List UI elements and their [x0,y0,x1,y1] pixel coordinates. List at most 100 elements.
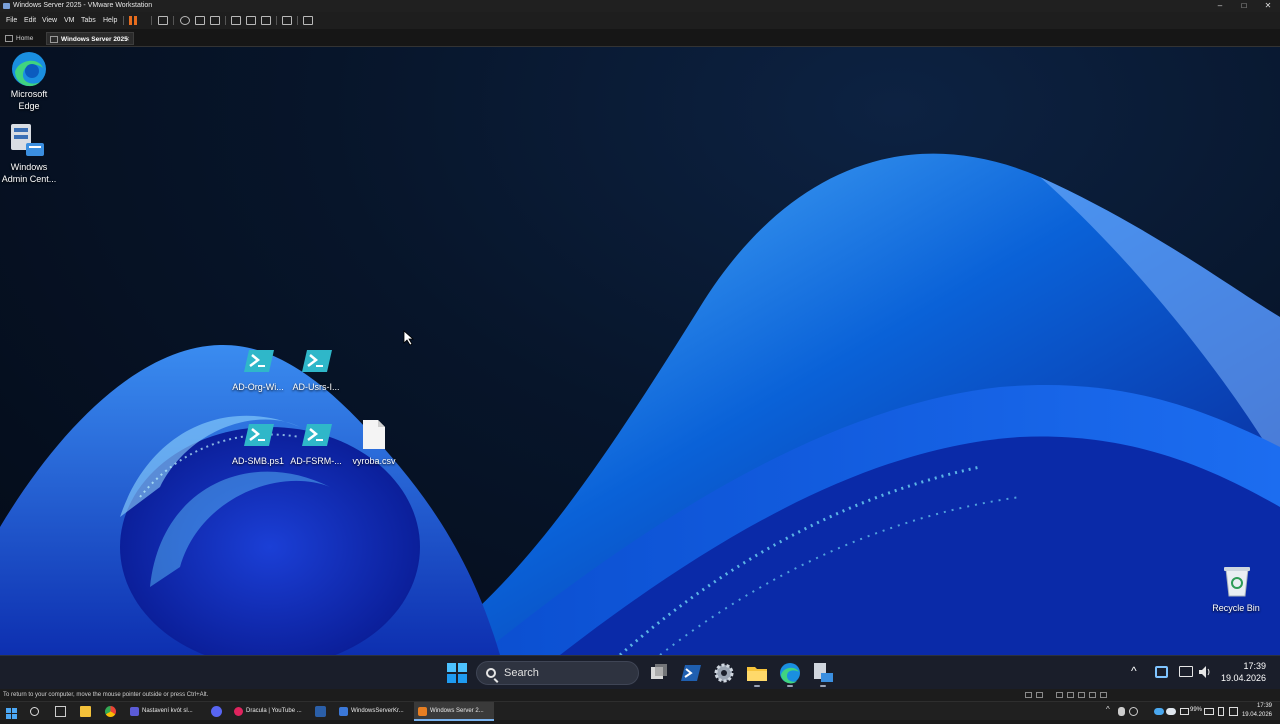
running-indicator [787,685,793,687]
opera-icon [234,707,243,716]
guest-clock-time[interactable]: 17:39 [1212,661,1266,671]
battery-percent[interactable]: 99% [1190,707,1202,713]
bluetooth-icon[interactable] [1218,707,1224,716]
tab-close-icon[interactable]: ✕ [125,33,130,46]
host-titlebar: Windows Server 2025 - VMware Workstation… [0,0,1280,12]
tab-windows-server-label: Windows Server 2025 [61,36,128,43]
powershell-script-icon[interactable] [302,348,332,374]
home-icon [5,35,13,42]
host-clock-date[interactable]: 19.04.2026 [1232,712,1272,718]
vmware-statusbar: To return to your computer, move the mou… [0,689,1280,701]
tray-overflow-chevron[interactable]: ^ [1131,664,1137,678]
snapshot-manager-icon[interactable] [210,16,220,25]
taskbar-window-nastaveni-kvot[interactable]: Nastavení kvót sl... [126,702,200,721]
battery-icon[interactable] [1204,708,1214,715]
menu-toolbar: File Edit View VM Tabs Help [0,12,1280,29]
guest-clock-date[interactable]: 19.04.2026 [1206,673,1266,683]
browser-icon [130,707,139,716]
tray-app-icon[interactable] [1129,707,1138,716]
window-title: Windows Server 2025 - VMware Workstation [13,2,153,9]
pause-icon[interactable] [129,16,137,25]
tab-home-label: Home [16,35,34,42]
microsoft-edge-icon[interactable] [10,50,48,88]
settings-gear-icon[interactable] [712,661,736,685]
wifi-icon[interactable] [1180,708,1189,715]
display-icon[interactable] [1100,692,1107,698]
onedrive-icon[interactable] [1154,708,1164,715]
vmware-tools-tray-icon[interactable] [1155,666,1168,678]
powershell-script-icon[interactable] [302,422,332,448]
steam-icon[interactable] [315,706,326,717]
host-taskbar: Nastavení kvót sl... Dracula | YouTube .… [0,701,1280,721]
mouse-pointer-icon [403,330,415,346]
guest-desktop[interactable]: Microsoft Edge Windows Admin Cent... AD-Or… [0,47,1280,655]
ad-fsrm-label: AD-FSRM-... [290,456,342,466]
menu-file[interactable]: File [6,12,17,29]
sound-card-icon[interactable] [1078,692,1085,698]
ad-usrs-label: AD-Usrs-I... [292,382,340,392]
console-view-icon[interactable] [282,16,292,25]
task-view-icon[interactable] [647,661,671,685]
ad-smb-label: AD-SMB.ps1 [231,456,284,466]
start-button[interactable] [445,661,469,685]
network-adapter-icon[interactable] [1056,692,1063,698]
menu-help[interactable]: Help [103,12,117,29]
taskbar-window-windowsserverkr[interactable]: WindowsServerKr... [335,702,411,721]
send-ctrl-alt-del-icon[interactable] [158,16,168,25]
network-icon[interactable] [1179,666,1193,677]
taskbar-window-label: WindowsServerKr... [351,708,404,714]
menu-edit[interactable]: Edit [24,12,36,29]
microphone-icon[interactable] [1118,707,1125,716]
search-icon[interactable] [30,707,39,716]
show-library-icon[interactable] [231,16,241,25]
host-clock-time[interactable]: 17:39 [1238,703,1272,709]
discord-icon[interactable] [211,706,222,717]
menu-vm[interactable]: VM [64,12,75,29]
cloud-icon[interactable] [1166,708,1176,715]
minimize-button[interactable]: – [1208,0,1232,12]
vmware-icon [3,3,10,9]
bloom-wallpaper [0,153,1280,655]
cd-dvd-icon[interactable] [1036,692,1043,698]
taskbar-search-box[interactable]: Search [476,661,639,685]
tab-windows-server-2025[interactable]: Windows Server 2025 ✕ [46,32,134,45]
windows-admin-center-icon[interactable] [10,123,46,159]
file-explorer-icon[interactable] [745,661,769,685]
windows-start-icon[interactable] [6,706,17,719]
menu-view[interactable]: View [42,12,57,29]
usb-icon[interactable] [1067,692,1074,698]
server-manager-icon[interactable] [811,661,835,685]
word-icon [339,707,348,716]
full-screen-icon[interactable] [261,16,271,25]
task-view-icon[interactable] [55,706,66,717]
file-explorer-icon[interactable] [80,706,91,717]
printer-icon[interactable] [1089,692,1096,698]
search-icon [486,668,496,678]
powershell-icon[interactable] [679,661,703,685]
chrome-icon[interactable] [105,706,116,717]
tab-home[interactable]: Home [2,32,44,45]
hard-disk-icon[interactable] [1025,692,1032,698]
taskbar-window-windows-server[interactable]: Windows Server 2... [414,702,494,721]
menu-tabs[interactable]: Tabs [81,12,96,29]
recycle-bin-icon[interactable] [1222,565,1252,597]
tray-overflow-chevron[interactable]: ^ [1106,705,1110,714]
thumbnail-icon[interactable] [246,16,256,25]
taskbar-window-dracula-youtube[interactable]: Dracula | YouTube ... [230,702,306,721]
vyroba-csv-label: vyroba.csv [352,456,396,466]
maximize-button[interactable]: □ [1232,0,1256,12]
snapshot-icon[interactable] [180,16,190,25]
search-placeholder: Search [504,667,539,679]
file-icon[interactable] [362,419,386,450]
vmware-icon [418,707,427,716]
stretch-guest-icon[interactable] [303,16,313,25]
revert-snapshot-icon[interactable] [195,16,205,25]
powershell-script-icon[interactable] [244,348,274,374]
taskbar-window-label: Nastavení kvót sl... [142,708,193,714]
powershell-script-icon[interactable] [244,422,274,448]
close-button[interactable]: ✕ [1256,0,1280,12]
edge-taskbar-icon[interactable] [778,661,802,685]
vm-tabbar: Home Windows Server 2025 ✕ [0,29,1280,47]
running-indicator [820,685,826,687]
recycle-bin-label: Recycle Bin [1212,603,1260,613]
